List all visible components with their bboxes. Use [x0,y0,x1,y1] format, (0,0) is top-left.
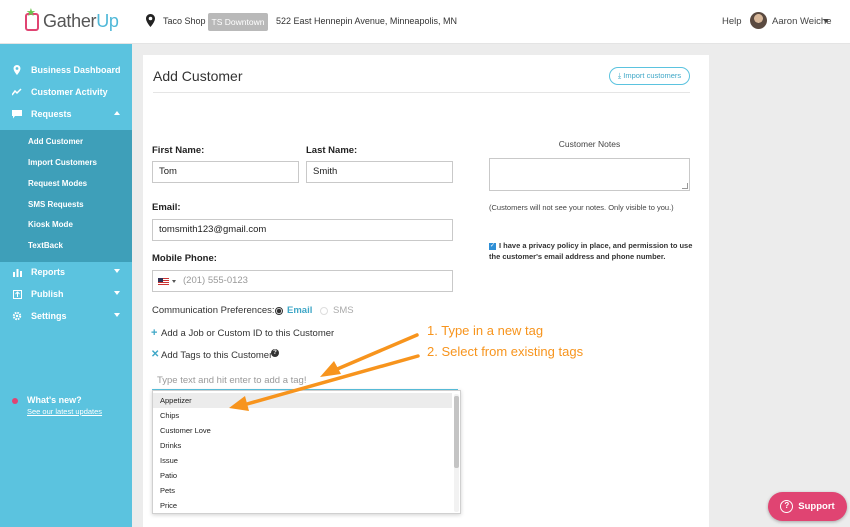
sidebar-item-settings[interactable]: Settings [0,305,132,327]
gatherup-logo[interactable]: ★ GatherUp [25,7,119,32]
sidebar-item-label: Publish [31,289,64,299]
publish-icon [12,289,22,299]
plus-icon[interactable]: + [151,327,157,339]
annotation-step-1: 1. Type in a new tag [427,323,544,338]
sidebar-item-label: Settings [31,311,67,321]
notes-hint: (Customers will not see your notes. Only… [489,203,674,212]
sidebar-item-label: Requests [31,109,72,119]
resize-handle-icon[interactable] [682,183,688,189]
tag-input[interactable]: Type text and hit enter to add a tag! [152,371,458,390]
first-name-label: First Name: [152,145,205,156]
sidebar-item-label: Business Dashboard [31,65,121,75]
sidebar-item-requests[interactable]: Requests [0,103,132,125]
chevron-down-icon [114,313,120,317]
help-circle-icon: ? [780,500,794,513]
submenu-item-add-customer[interactable]: Add Customer [28,137,83,146]
logo-text-gather: Gather [43,11,97,31]
top-bar: ★ GatherUp Taco Shop TS Downtown 522 Eas… [0,0,850,44]
sidebar-item-label: Reports [31,267,66,277]
message-icon [12,109,22,119]
logo-text-up: Up [96,11,119,31]
whats-new-title: What's new? [27,395,82,405]
chevron-up-icon [114,111,120,115]
us-flag-icon[interactable] [158,278,169,285]
tag-option[interactable]: Customer Love [153,423,452,438]
add-tags-label[interactable]: Add Tags to this Customer [161,350,272,361]
email-radio[interactable] [275,307,283,315]
support-button[interactable]: ? Support [768,492,847,521]
location-address: 522 East Hennepin Avenue, Minneapolis, M… [276,16,457,26]
sms-radio[interactable] [320,307,328,315]
tag-option[interactable]: Pets [153,483,452,498]
whats-new-link[interactable]: See our latest updates [27,407,102,416]
user-avatar[interactable] [750,12,767,29]
email-option-label[interactable]: Email [287,305,312,316]
privacy-consent-text: I have a privacy policy in place, and pe… [489,241,693,261]
bar-chart-icon [12,267,22,277]
location-pin-icon [146,14,155,27]
location-name[interactable]: Taco Shop [163,16,206,26]
tag-option[interactable]: Issue [153,453,452,468]
activity-icon [12,87,22,97]
gear-icon [12,311,22,321]
import-customers-button[interactable]: ⤓ Import customers [609,67,690,85]
submenu-item-sms-requests[interactable]: SMS Requests [28,200,84,209]
tag-option[interactable]: Appetizer [153,393,452,408]
sidebar-item-reports[interactable]: Reports [0,261,132,283]
sms-option-label[interactable]: SMS [333,305,354,316]
submenu-item-textback[interactable]: TextBack [28,241,63,250]
email-input[interactable]: tomsmith123@gmail.com [152,219,453,241]
submenu-item-request-modes[interactable]: Request Modes [28,179,87,188]
annotation-step-2: 2. Select from existing tags [427,344,584,359]
logo-bubble-icon: ★ [25,7,39,31]
customer-notes-title: Customer Notes [558,139,621,149]
tag-option[interactable]: Drinks [153,438,452,453]
tag-option[interactable]: Price [153,498,452,513]
sidebar: Business Dashboard Customer Activity Req… [0,44,132,527]
submenu-item-kiosk-mode[interactable]: Kiosk Mode [28,220,73,229]
map-pin-icon [12,65,22,75]
customer-notes-textarea[interactable] [489,158,690,191]
phone-input[interactable]: (201) 555-0123 [152,270,453,292]
help-link[interactable]: Help [722,16,742,27]
support-label: Support [798,501,835,512]
first-name-input[interactable]: Tom [152,161,299,183]
dropdown-scrollbar-thumb[interactable] [454,396,459,468]
chevron-down-icon[interactable] [823,19,829,23]
sidebar-item-customer-activity[interactable]: Customer Activity [0,81,132,103]
sidebar-item-publish[interactable]: Publish [0,283,132,305]
tag-option[interactable]: Patio [153,468,452,483]
help-icon[interactable]: ? [271,349,279,357]
chevron-down-icon [114,291,120,295]
add-job-link[interactable]: Add a Job or Custom ID to this Customer [161,328,334,339]
phone-label: Mobile Phone: [152,253,217,264]
location-tag-badge[interactable]: TS Downtown [208,13,268,31]
sidebar-item-label: Customer Activity [31,87,108,97]
last-name-input[interactable]: Smith [306,161,453,183]
title-divider [153,92,690,93]
requests-submenu-panel: Add Customer Import Customers Request Mo… [0,130,132,248]
notification-dot-icon [12,398,18,404]
email-label: Email: [152,202,181,213]
last-name-label: Last Name: [306,145,358,156]
submenu-item-import-customers[interactable]: Import Customers [28,158,97,167]
tag-option[interactable]: Chips [153,408,452,423]
tag-suggestions-dropdown: Appetizer Chips Customer Love Drinks Iss… [152,390,461,514]
chevron-down-icon [114,269,120,273]
phone-placeholder: (201) 555-0123 [183,275,248,286]
sidebar-item-business-dashboard[interactable]: Business Dashboard [0,59,132,81]
page-title: Add Customer [153,68,243,84]
close-icon[interactable]: ✕ [151,349,159,360]
chevron-down-icon[interactable] [172,280,176,283]
communication-preferences-label: Communication Preferences: [152,305,275,316]
